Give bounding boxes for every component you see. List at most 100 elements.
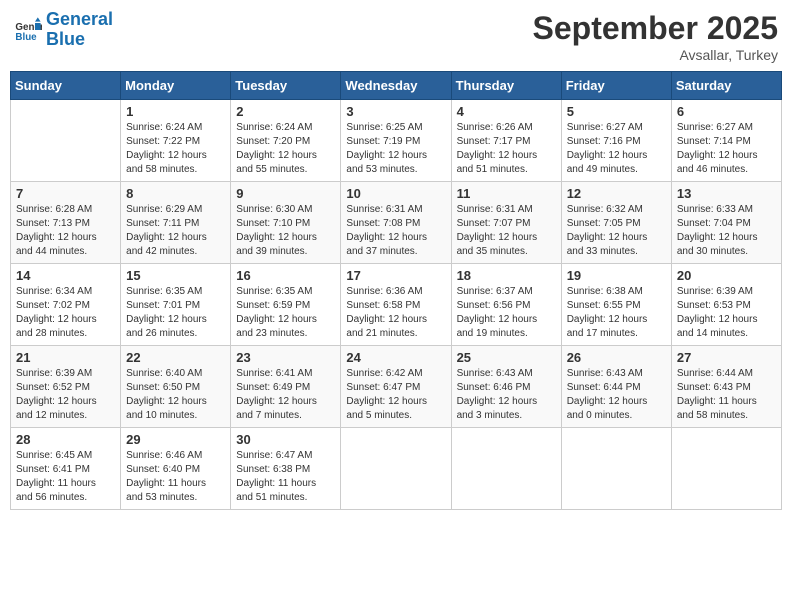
day-of-week-header: Sunday [11,72,121,100]
day-number: 1 [126,104,225,119]
day-number: 14 [16,268,115,283]
calendar-week-row: 28Sunrise: 6:45 AM Sunset: 6:41 PM Dayli… [11,428,782,510]
month-title: September 2025 [533,10,778,47]
day-info: Sunrise: 6:30 AM Sunset: 7:10 PM Dayligh… [236,203,335,259]
day-number: 24 [346,350,445,365]
calendar-cell: 19Sunrise: 6:38 AM Sunset: 6:55 PM Dayli… [561,264,671,346]
title-block: September 2025 Avsallar, Turkey [533,10,778,63]
calendar-cell: 25 Sunrise: 6:43 AM Sunset: 6:46 PM Dayli… [451,346,561,428]
day-info: Sunrise: 6:43 AM Sunset: 6:46 PM Dayligh… [457,367,556,423]
logo-icon: General Blue [14,16,42,44]
calendar-cell: 13 Sunrise: 6:33 AM Sunset: 7:04 PM Dayli… [671,182,781,264]
calendar-cell: 22Sunrise: 6:40 AM Sunset: 6:50 PM Dayli… [121,346,231,428]
location: Avsallar, Turkey [533,47,778,63]
calendar-cell: 10 Sunrise: 6:31 AM Sunset: 7:08 PM Dayli… [341,182,451,264]
calendar-week-row: 1Sunrise: 6:24 AM Sunset: 7:22 PM Daylig… [11,100,782,182]
calendar-cell [561,428,671,510]
day-of-week-header: Friday [561,72,671,100]
day-number: 17 [346,268,445,283]
calendar-cell: 4Sunrise: 6:26 AM Sunset: 7:17 PM Daylig… [451,100,561,182]
day-number: 5 [567,104,666,119]
calendar-cell: 7 Sunrise: 6:28 AM Sunset: 7:13 PM Daylig… [11,182,121,264]
day-info: Sunrise: 6:39 AM Sunset: 6:53 PM Dayligh… [677,285,776,341]
calendar-cell: 21 Sunrise: 6:39 AM Sunset: 6:52 PM Dayli… [11,346,121,428]
day-number: 30 [236,432,335,447]
day-of-week-header: Saturday [671,72,781,100]
day-number: 25 [457,350,556,365]
page-header: General Blue General Blue September 2025… [10,10,782,63]
day-info: Sunrise: 6:31 AM Sunset: 7:08 PM Dayligh… [346,203,445,259]
day-of-week-header: Wednesday [341,72,451,100]
calendar-week-row: 21 Sunrise: 6:39 AM Sunset: 6:52 PM Dayli… [11,346,782,428]
day-number: 11 [457,186,556,201]
day-number: 12 [567,186,666,201]
day-info: Sunrise: 6:25 AM Sunset: 7:19 PM Dayligh… [346,121,445,177]
day-info: Sunrise: 6:41 AM Sunset: 6:49 PM Dayligh… [236,367,335,423]
logo-text: General Blue [46,10,113,50]
day-number: 13 [677,186,776,201]
calendar-cell: 30 Sunrise: 6:47 AM Sunset: 6:38 PM Dayli… [231,428,341,510]
day-info: Sunrise: 6:27 AM Sunset: 7:14 PM Dayligh… [677,121,776,177]
calendar-table: SundayMondayTuesdayWednesdayThursdayFrid… [10,71,782,510]
day-info: Sunrise: 6:34 AM Sunset: 7:02 PM Dayligh… [16,285,115,341]
calendar-cell [11,100,121,182]
day-number: 9 [236,186,335,201]
calendar-cell: 5 Sunrise: 6:27 AM Sunset: 7:16 PM Daylig… [561,100,671,182]
day-of-week-header: Thursday [451,72,561,100]
day-info: Sunrise: 6:28 AM Sunset: 7:13 PM Dayligh… [16,203,115,259]
calendar-cell: 28Sunrise: 6:45 AM Sunset: 6:41 PM Dayli… [11,428,121,510]
day-number: 29 [126,432,225,447]
calendar-cell: 8 Sunrise: 6:29 AM Sunset: 7:11 PM Daylig… [121,182,231,264]
logo: General Blue General Blue [14,10,113,50]
calendar-cell: 18 Sunrise: 6:37 AM Sunset: 6:56 PM Dayli… [451,264,561,346]
calendar-cell: 9 Sunrise: 6:30 AM Sunset: 7:10 PM Daylig… [231,182,341,264]
calendar-cell: 20 Sunrise: 6:39 AM Sunset: 6:53 PM Dayli… [671,264,781,346]
day-info: Sunrise: 6:47 AM Sunset: 6:38 PM Dayligh… [236,449,335,505]
calendar-cell: 15 Sunrise: 6:35 AM Sunset: 7:01 PM Dayli… [121,264,231,346]
calendar-header-row: SundayMondayTuesdayWednesdayThursdayFrid… [11,72,782,100]
calendar-week-row: 14 Sunrise: 6:34 AM Sunset: 7:02 PM Dayli… [11,264,782,346]
calendar-cell: 2 Sunrise: 6:24 AM Sunset: 7:20 PM Daylig… [231,100,341,182]
day-info: Sunrise: 6:32 AM Sunset: 7:05 PM Dayligh… [567,203,666,259]
day-number: 3 [346,104,445,119]
day-number: 15 [126,268,225,283]
calendar-cell: 3 Sunrise: 6:25 AM Sunset: 7:19 PM Daylig… [341,100,451,182]
calendar-cell: 12 Sunrise: 6:32 AM Sunset: 7:05 PM Dayli… [561,182,671,264]
day-number: 21 [16,350,115,365]
day-info: Sunrise: 6:24 AM Sunset: 7:20 PM Dayligh… [236,121,335,177]
day-info: Sunrise: 6:27 AM Sunset: 7:16 PM Dayligh… [567,121,666,177]
day-info: Sunrise: 6:35 AM Sunset: 7:01 PM Dayligh… [126,285,225,341]
day-of-week-header: Monday [121,72,231,100]
day-info: Sunrise: 6:36 AM Sunset: 6:58 PM Dayligh… [346,285,445,341]
calendar-cell: 6 Sunrise: 6:27 AM Sunset: 7:14 PM Daylig… [671,100,781,182]
day-info: Sunrise: 6:43 AM Sunset: 6:44 PM Dayligh… [567,367,666,423]
day-info: Sunrise: 6:37 AM Sunset: 6:56 PM Dayligh… [457,285,556,341]
calendar-cell: 11 Sunrise: 6:31 AM Sunset: 7:07 PM Dayli… [451,182,561,264]
day-number: 10 [346,186,445,201]
day-number: 23 [236,350,335,365]
day-info: Sunrise: 6:35 AM Sunset: 6:59 PM Dayligh… [236,285,335,341]
day-number: 7 [16,186,115,201]
day-number: 16 [236,268,335,283]
day-number: 28 [16,432,115,447]
day-number: 20 [677,268,776,283]
day-number: 26 [567,350,666,365]
day-number: 27 [677,350,776,365]
calendar-week-row: 7 Sunrise: 6:28 AM Sunset: 7:13 PM Daylig… [11,182,782,264]
day-number: 8 [126,186,225,201]
calendar-cell: 17 Sunrise: 6:36 AM Sunset: 6:58 PM Dayli… [341,264,451,346]
day-info: Sunrise: 6:39 AM Sunset: 6:52 PM Dayligh… [16,367,115,423]
calendar-cell: 16 Sunrise: 6:35 AM Sunset: 6:59 PM Dayli… [231,264,341,346]
svg-text:Blue: Blue [15,32,37,43]
day-info: Sunrise: 6:38 AM Sunset: 6:55 PM Dayligh… [567,285,666,341]
day-number: 18 [457,268,556,283]
calendar-cell: 1Sunrise: 6:24 AM Sunset: 7:22 PM Daylig… [121,100,231,182]
day-number: 6 [677,104,776,119]
day-number: 4 [457,104,556,119]
calendar-cell: 24Sunrise: 6:42 AM Sunset: 6:47 PM Dayli… [341,346,451,428]
day-info: Sunrise: 6:29 AM Sunset: 7:11 PM Dayligh… [126,203,225,259]
day-info: Sunrise: 6:31 AM Sunset: 7:07 PM Dayligh… [457,203,556,259]
calendar-cell: 26 Sunrise: 6:43 AM Sunset: 6:44 PM Dayli… [561,346,671,428]
day-info: Sunrise: 6:33 AM Sunset: 7:04 PM Dayligh… [677,203,776,259]
day-number: 2 [236,104,335,119]
